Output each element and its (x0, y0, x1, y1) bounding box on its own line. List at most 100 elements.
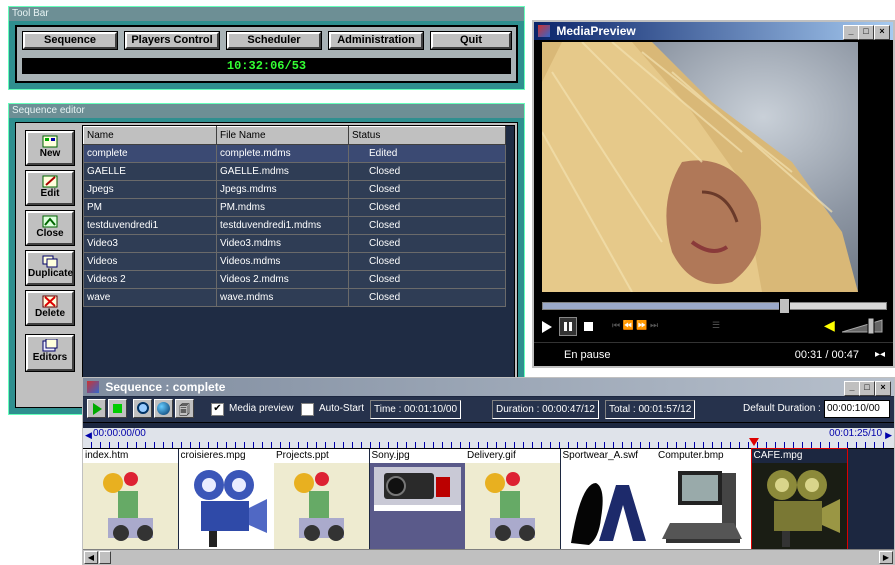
media-preview-window: MediaPreview _ □ × ⏮ ⏪ ⏩ ⏭ ☰ ◀ En pause … (532, 20, 895, 368)
table-row[interactable]: Video3 Video3.mdms Closed (83, 234, 506, 253)
timeline-ruler[interactable]: ◀ 00:00:00/00 00:01:25/10 ▶ (83, 428, 894, 449)
close-button[interactable]: Close (25, 210, 75, 246)
cell-name[interactable]: wave (83, 288, 217, 307)
quit-button[interactable]: Quit (430, 31, 512, 50)
video-frame[interactable] (542, 42, 858, 292)
media-item[interactable]: Sportwear_A.swf (560, 449, 656, 549)
close-icon[interactable]: × (875, 381, 891, 396)
cell-file-name[interactable]: Video3.mdms (216, 234, 349, 253)
zoom-button[interactable] (133, 399, 152, 418)
pause-icon[interactable] (559, 317, 577, 336)
cell-name[interactable]: Videos (83, 252, 217, 271)
table-row[interactable]: Videos Videos.mdms Closed (83, 252, 506, 271)
cell-file-name[interactable]: Videos.mdms (216, 252, 349, 271)
duplicate-button[interactable]: Duplicate (25, 250, 75, 286)
column-header-status[interactable]: Status (348, 126, 506, 145)
stop-icon[interactable] (584, 322, 593, 331)
scroll-right-icon[interactable]: ▶ (879, 551, 893, 564)
ruler-left-arrow[interactable]: ◀ (85, 430, 92, 441)
cell-name[interactable]: Videos 2 (83, 270, 217, 289)
cell-name[interactable]: GAELLE (83, 162, 217, 181)
table-row[interactable]: wave wave.mdms Closed (83, 288, 506, 307)
scroll-thumb[interactable] (99, 551, 111, 564)
cell-name[interactable]: Jpegs (83, 180, 217, 199)
seek-thumb[interactable] (779, 298, 791, 314)
cell-file-name[interactable]: wave.mdms (216, 288, 349, 307)
scheduler-button[interactable]: Scheduler (226, 31, 322, 50)
media-item[interactable]: CAFE.mpg (750, 448, 848, 550)
auto-start-checkbox[interactable] (301, 403, 314, 416)
volume-slider[interactable] (841, 317, 887, 335)
table-row[interactable]: GAELLE GAELLE.mdms Closed (83, 162, 506, 181)
media-preview-label[interactable]: Media preview (226, 400, 296, 417)
table-row[interactable]: Videos 2 Videos 2.mdms Closed (83, 270, 506, 289)
close-icon[interactable]: × (874, 25, 890, 40)
edit-button[interactable]: Edit (25, 170, 75, 206)
editors-button[interactable]: Editors (25, 334, 75, 372)
globe-icon (157, 402, 170, 415)
sequence-titlebar[interactable]: Sequence : complete _ □ × (83, 378, 894, 396)
new-button[interactable]: New (25, 130, 75, 166)
fullscreen-icon[interactable]: ▸◂ (875, 343, 885, 367)
cell-name[interactable]: PM (83, 198, 217, 217)
media-item[interactable]: Projects.ppt (274, 449, 369, 549)
cell-status[interactable]: Closed (348, 270, 506, 289)
auto-start-label[interactable]: Auto-Start (316, 400, 367, 417)
play-button[interactable] (87, 399, 106, 418)
cell-status[interactable]: Closed (348, 162, 506, 181)
cell-file-name[interactable]: complete.mdms (216, 144, 349, 163)
table-row[interactable]: complete complete.mdms Edited (83, 144, 506, 163)
cell-file-name[interactable]: PM.mdms (216, 198, 349, 217)
properties-button[interactable]: 🗐 (175, 399, 194, 418)
editors-icon (42, 339, 58, 352)
sequence-table: Name File Name Status complete complete.m… (83, 126, 506, 307)
column-header-name[interactable]: Name (83, 126, 217, 145)
maximize-icon[interactable]: □ (858, 25, 874, 40)
cell-status[interactable]: Closed (348, 198, 506, 217)
media-preview-titlebar[interactable]: MediaPreview _ □ × (534, 22, 893, 40)
media-item[interactable]: Sony.jpg (369, 449, 465, 549)
table-row[interactable]: testduvendredi1 testduvendredi1.mdms Close… (83, 216, 506, 235)
horizontal-scrollbar[interactable]: ◀ ▶ (83, 549, 894, 564)
media-thumbnail (656, 463, 751, 549)
column-header-file-name[interactable]: File Name (216, 126, 349, 145)
cell-name[interactable]: testduvendredi1 (83, 216, 217, 235)
cell-file-name[interactable]: GAELLE.mdms (216, 162, 349, 181)
media-item[interactable]: Delivery.gif (465, 449, 560, 549)
cell-status[interactable]: Closed (348, 180, 506, 199)
scroll-left-icon[interactable]: ◀ (84, 551, 98, 564)
players-control-button[interactable]: Players Control (124, 31, 220, 50)
delete-button[interactable]: Delete (25, 290, 75, 326)
cell-name[interactable]: complete (83, 144, 217, 163)
default-duration-input[interactable]: 00:00:10/00 (824, 400, 890, 418)
web-button[interactable] (154, 399, 173, 418)
sequence-button[interactable]: Sequence (22, 31, 118, 50)
media-item[interactable]: Computer.bmp (656, 449, 751, 549)
seek-track[interactable] (542, 298, 887, 314)
stop-button[interactable] (108, 399, 127, 418)
toolbar-window: Tool Bar Sequence Players Control Schedu… (8, 6, 525, 90)
table-row[interactable]: Jpegs Jpegs.mdms Closed (83, 180, 506, 199)
cell-file-name[interactable]: testduvendredi1.mdms (216, 216, 349, 235)
minimize-icon[interactable]: _ (844, 381, 860, 396)
minimize-icon[interactable]: _ (843, 25, 859, 40)
cell-status[interactable]: Closed (348, 288, 506, 307)
playhead-marker[interactable] (749, 438, 759, 446)
cell-file-name[interactable]: Jpegs.mdms (216, 180, 349, 199)
maximize-icon[interactable]: □ (859, 381, 875, 396)
cell-status[interactable]: Closed (348, 252, 506, 271)
administration-button[interactable]: Administration (328, 31, 424, 50)
cell-status[interactable]: Edited (348, 144, 506, 163)
media-item[interactable]: index.htm (83, 449, 178, 549)
transport-bar: ⏮ ⏪ ⏩ ⏭ ☰ ◀ (534, 314, 893, 338)
play-icon[interactable] (542, 321, 552, 333)
ruler-right-arrow[interactable]: ▶ (885, 430, 892, 441)
cell-file-name[interactable]: Videos 2.mdms (216, 270, 349, 289)
cell-name[interactable]: Video3 (83, 234, 217, 253)
media-item[interactable]: croisieres.mpg (178, 449, 274, 549)
table-row[interactable]: PM PM.mdms Closed (83, 198, 506, 217)
cell-status[interactable]: Closed (348, 216, 506, 235)
cell-status[interactable]: Closed (348, 234, 506, 253)
media-preview-checkbox[interactable]: ✔ (211, 403, 224, 416)
volume-icon[interactable]: ◀ (824, 317, 835, 334)
